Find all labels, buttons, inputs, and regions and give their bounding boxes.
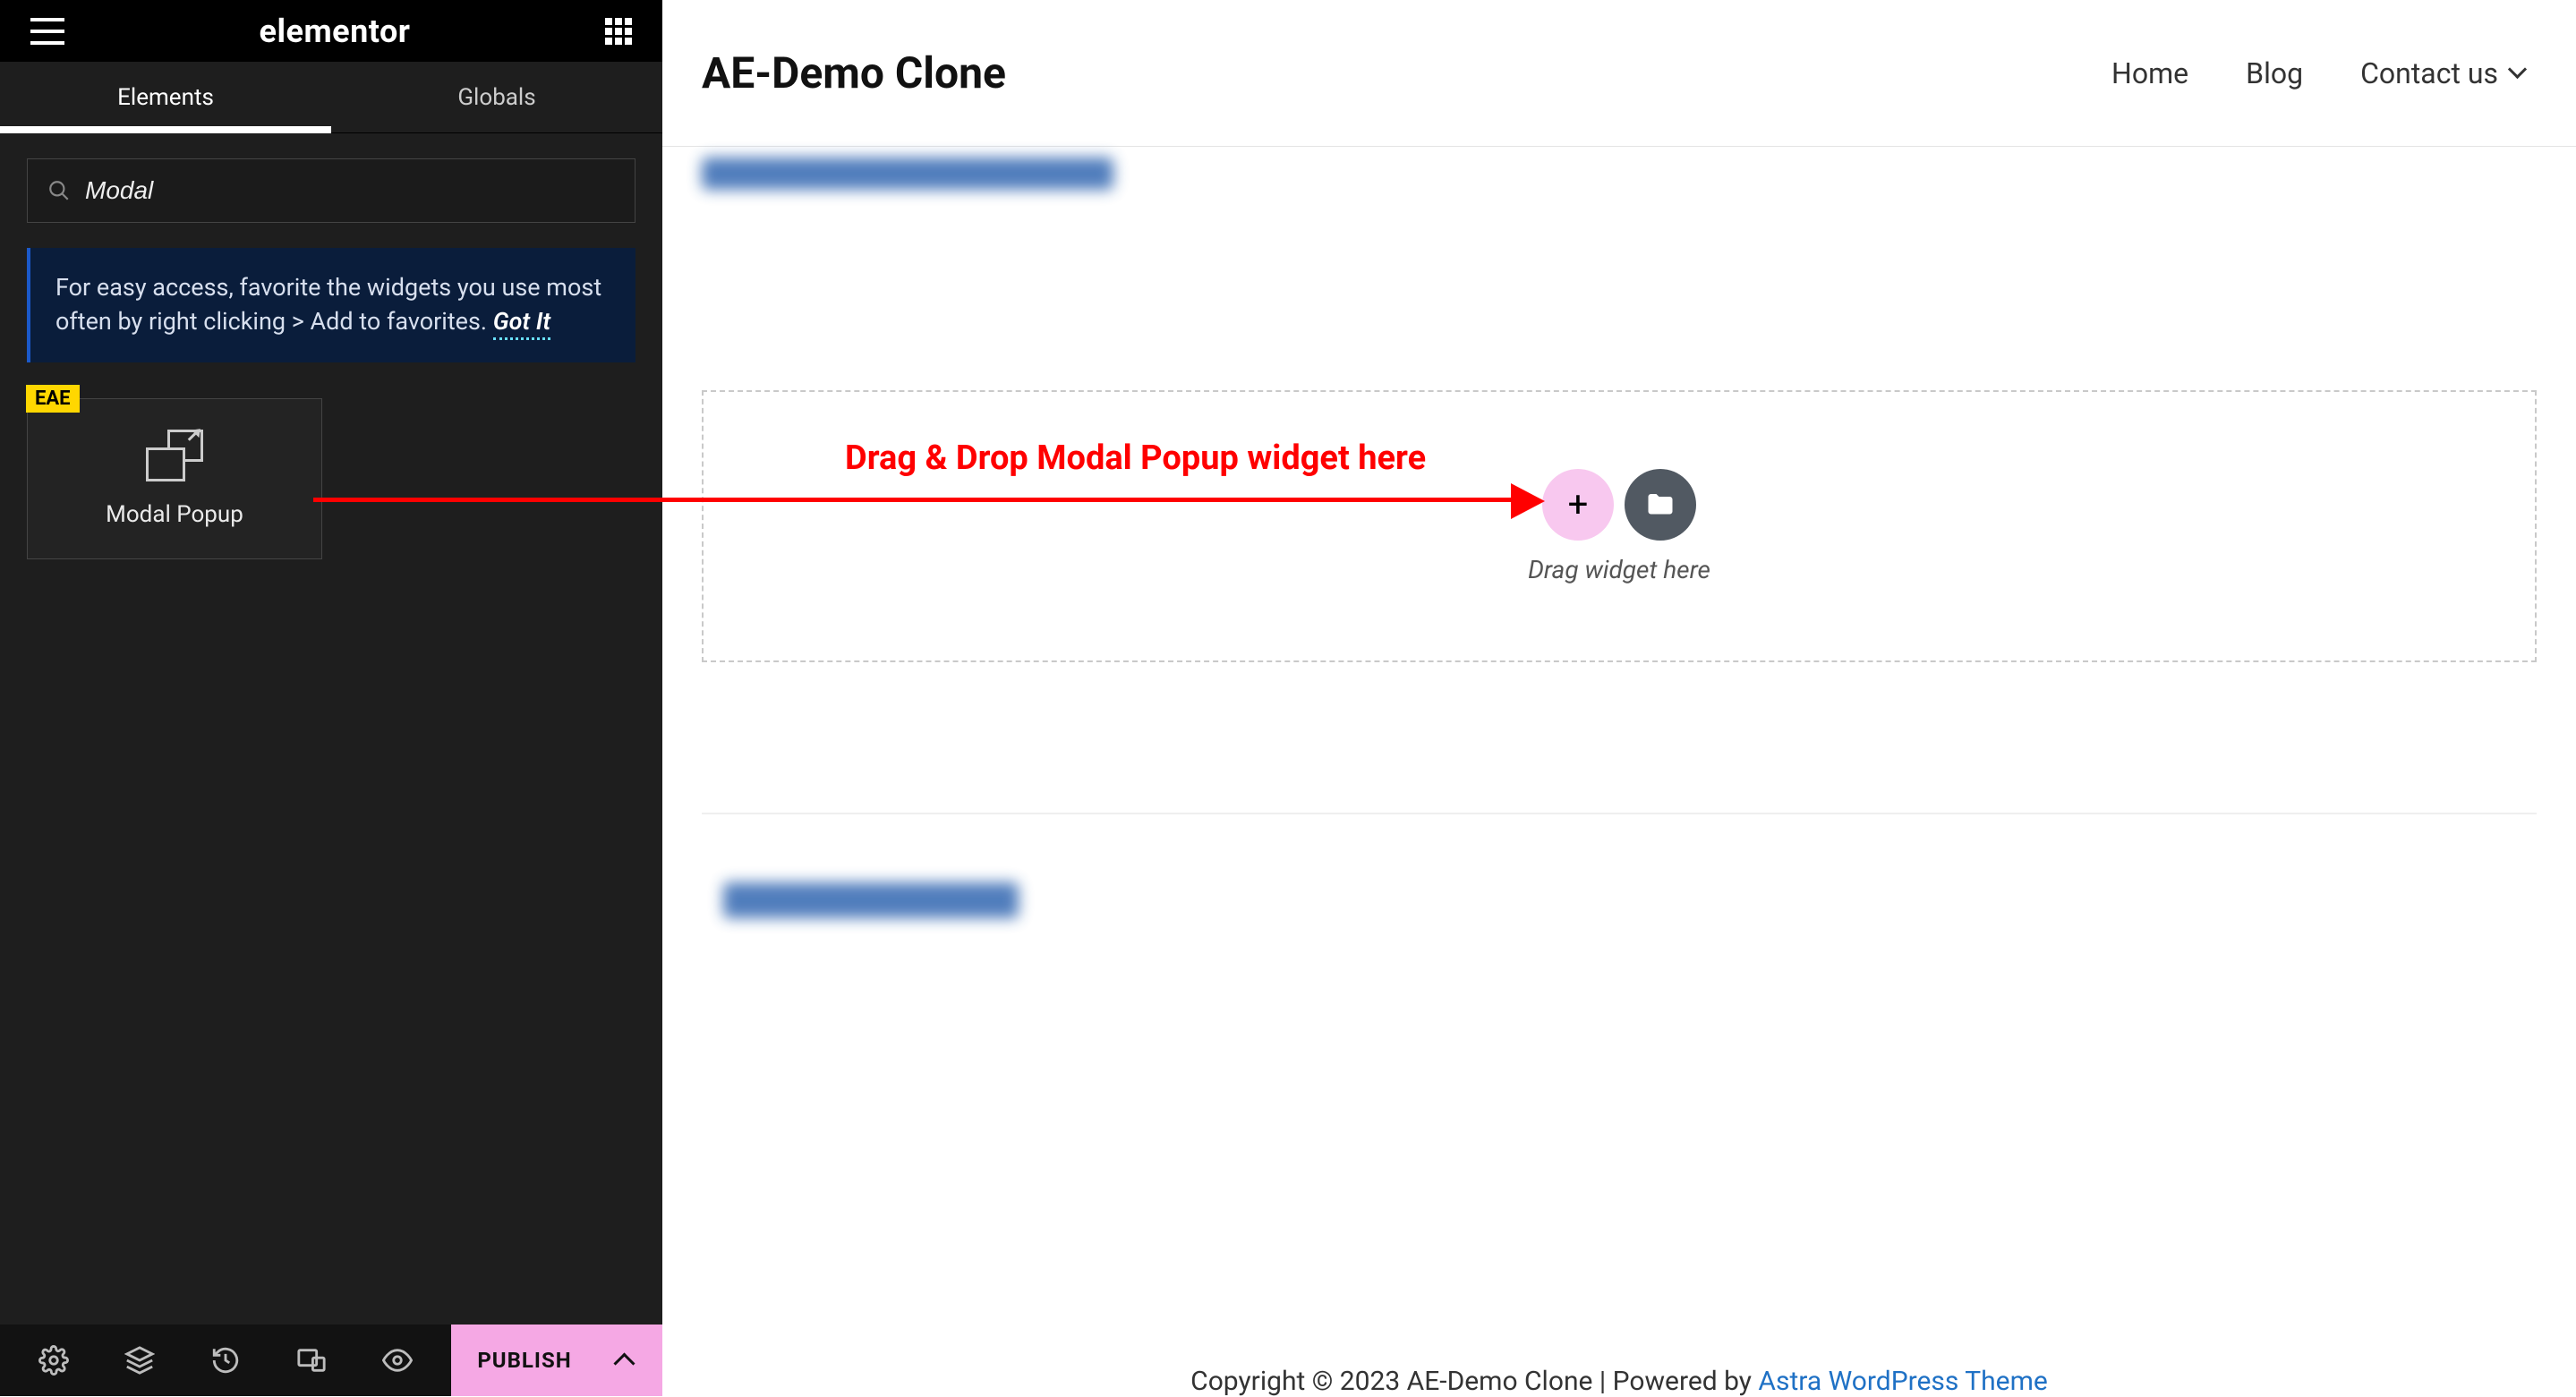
modal-popup-icon <box>146 430 203 481</box>
nav-contact[interactable]: Contact us <box>2360 56 2524 90</box>
responsive-icon[interactable] <box>269 1325 354 1396</box>
tip-got-it[interactable]: Got It <box>493 307 550 340</box>
editor-sidebar: elementor Elements Globals For easy acce… <box>0 0 662 1396</box>
publish-label: PUBLISH <box>477 1348 571 1373</box>
chevron-down-icon <box>2511 63 2524 83</box>
nav-blog[interactable]: Blog <box>2246 56 2303 90</box>
favorites-tip: For easy access, favorite the widgets yo… <box>27 248 635 362</box>
hamburger-menu-icon[interactable] <box>30 18 64 45</box>
annotation-text: Drag & Drop Modal Popup widget here <box>845 439 1426 478</box>
site-title[interactable]: AE-Demo Clone <box>702 47 1006 98</box>
content-divider <box>702 813 2537 814</box>
add-section-button[interactable] <box>1542 469 1614 541</box>
sidebar-footer: PUBLISH <box>0 1325 662 1396</box>
drop-zone-buttons <box>1542 469 1696 541</box>
page-content: Drag widget here Copyright © 2023 AE-Dem… <box>662 158 2576 1397</box>
sidebar-body: For easy access, favorite the widgets yo… <box>0 133 662 1325</box>
settings-icon[interactable] <box>11 1325 97 1396</box>
search-icon <box>47 179 71 202</box>
widget-badge: EAE <box>26 385 80 413</box>
nav-contact-label: Contact us <box>2360 56 2498 90</box>
nav-home[interactable]: Home <box>2111 56 2188 90</box>
blurred-link <box>723 882 1019 918</box>
drop-zone-label: Drag widget here <box>1528 555 1710 584</box>
widget-label: Modal Popup <box>106 501 243 528</box>
preview-icon[interactable] <box>354 1325 440 1396</box>
brand-logo: elementor <box>260 13 411 50</box>
chevron-up-icon <box>617 1350 636 1370</box>
template-library-button[interactable] <box>1625 469 1696 541</box>
tab-globals[interactable]: Globals <box>331 62 662 132</box>
history-icon[interactable] <box>183 1325 269 1396</box>
sidebar-header: elementor <box>0 0 662 62</box>
tab-elements[interactable]: Elements <box>0 62 331 132</box>
apps-grid-icon[interactable] <box>605 18 632 45</box>
widget-modal-popup[interactable]: EAE Modal Popup <box>27 398 322 559</box>
sidebar-tabs: Elements Globals <box>0 62 662 133</box>
footer-theme-link[interactable]: Astra WordPress Theme <box>1758 1366 2047 1397</box>
folder-icon <box>1644 489 1676 521</box>
footer-tools <box>0 1325 451 1396</box>
search-widgets[interactable] <box>27 158 635 223</box>
site-header: AE-Demo Clone Home Blog Contact us <box>662 0 2576 147</box>
footer-text: Copyright © 2023 AE-Demo Clone | Powered… <box>1190 1366 1758 1397</box>
blurred-breadcrumb <box>702 158 1113 190</box>
search-input[interactable] <box>85 176 615 205</box>
publish-button[interactable]: PUBLISH <box>451 1325 662 1396</box>
site-nav: Home Blog Contact us <box>2111 56 2524 90</box>
site-footer: Copyright © 2023 AE-Demo Clone | Powered… <box>702 1366 2537 1397</box>
drop-zone[interactable]: Drag widget here <box>702 390 2537 662</box>
navigator-icon[interactable] <box>97 1325 183 1396</box>
preview-canvas: AE-Demo Clone Home Blog Contact us Drag … <box>662 0 2576 1396</box>
